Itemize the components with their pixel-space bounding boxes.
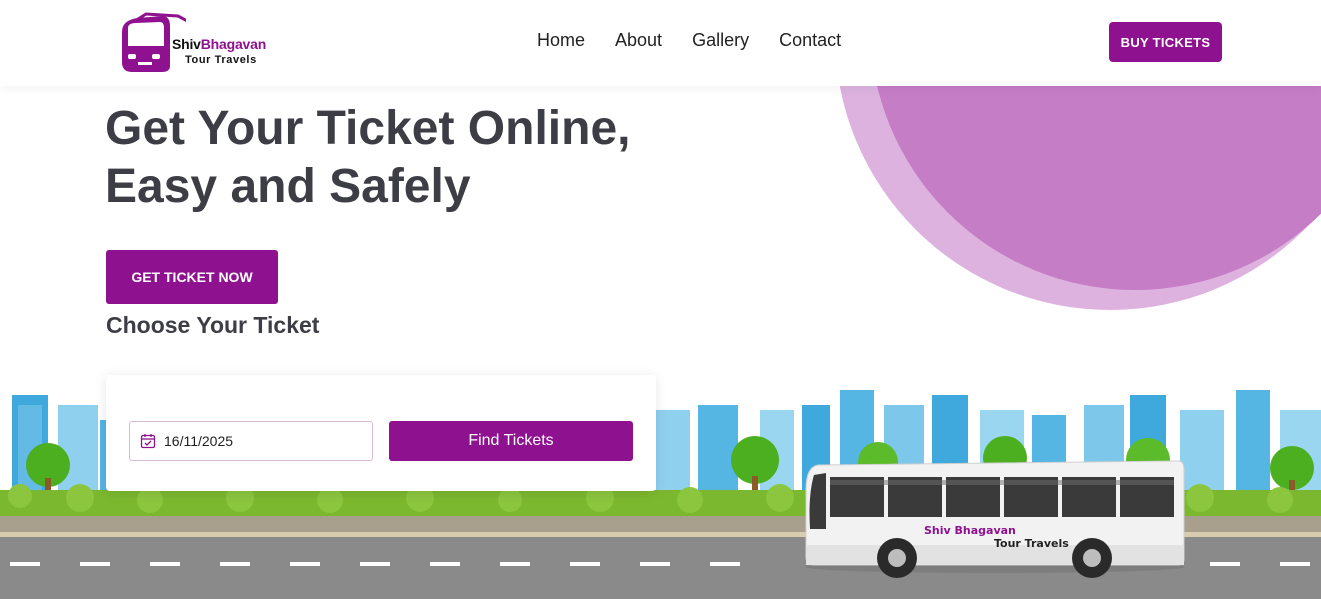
brand-name: ShivBhagavan (172, 36, 267, 52)
site-header: ShivBhagavan Tour Travels Home About Gal… (0, 0, 1321, 86)
hero-title-line2: Easy and Safely (105, 160, 471, 213)
nav-item-gallery[interactable]: Gallery (692, 30, 749, 51)
buy-tickets-button[interactable]: BUY TICKETS (1109, 22, 1222, 62)
find-tickets-button[interactable]: Find Tickets (389, 421, 633, 461)
booking-card: 16/11/2025 Find Tickets (106, 375, 656, 491)
get-ticket-now-button[interactable]: GET TICKET NOW (106, 250, 278, 304)
bus-livery-line2: Tour Travels (994, 537, 1069, 550)
date-input[interactable]: 16/11/2025 (129, 421, 373, 461)
bus-illustration: Shiv Bhagavan Tour Travels (805, 460, 1185, 578)
bus-livery-line1: Shiv Bhagavan (924, 524, 1016, 537)
calendar-check-icon (140, 434, 156, 449)
date-value: 16/11/2025 (164, 433, 234, 449)
hero-title: Get Your Ticket Online, Easy and Safely (105, 100, 665, 216)
nav-item-home[interactable]: Home (537, 30, 585, 51)
main-nav: Home About Gallery Contact (537, 30, 841, 51)
brand-tagline: Tour Travels (185, 54, 257, 66)
choose-ticket-heading: Choose Your Ticket (106, 312, 320, 338)
nav-item-contact[interactable]: Contact (779, 30, 841, 51)
hero-title-line1: Get Your Ticket Online, (105, 102, 631, 155)
nav-item-about[interactable]: About (615, 30, 662, 51)
brand-logo[interactable]: ShivBhagavan Tour Travels (116, 10, 286, 76)
